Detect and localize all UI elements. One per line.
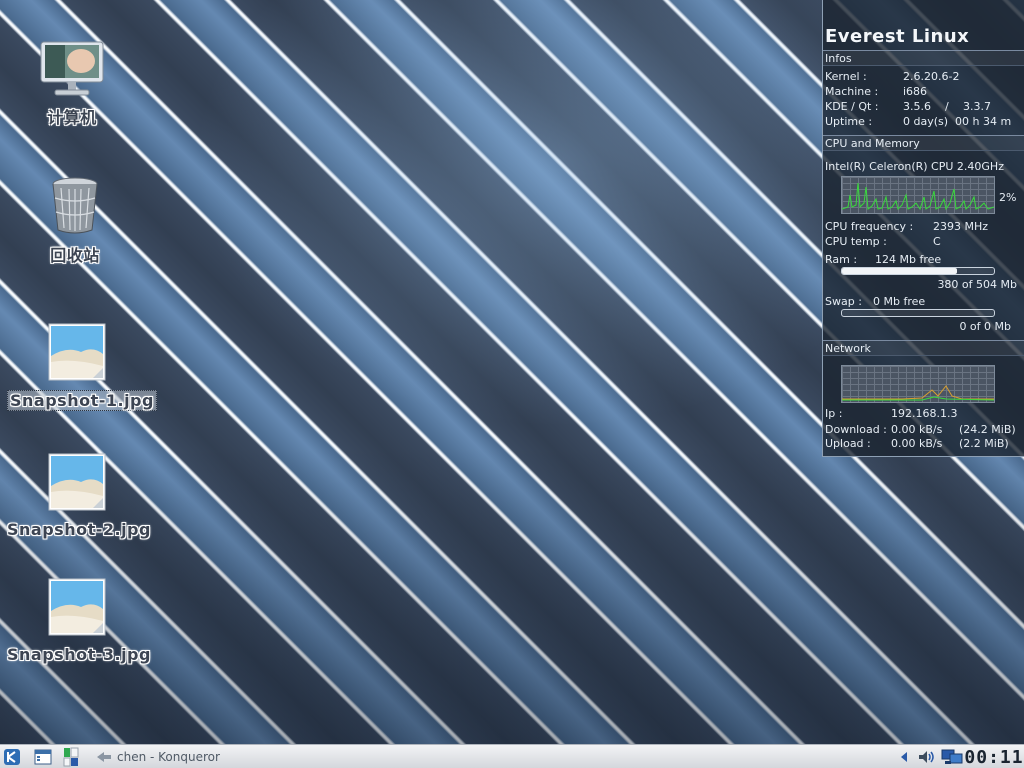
kde-value: 3.5.6 — [903, 100, 931, 113]
cpu-temp-label: CPU temp : — [825, 235, 887, 248]
ram-usage-bar — [841, 267, 995, 275]
download-total: (24.2 MiB) — [959, 423, 1016, 436]
desktop-icon-trash[interactable]: 回收站 — [5, 176, 145, 266]
volume-icon — [919, 751, 934, 763]
upload-rate: 0.00 kB/s — [891, 437, 943, 450]
ip-value: 192.168.1.3 — [891, 407, 958, 420]
qt-value: 3.3.7 — [963, 100, 991, 113]
upload-total: (2.2 MiB) — [959, 437, 1009, 450]
desktop-icon-computer[interactable]: 计算机 — [2, 40, 142, 128]
section-header-network: Network — [823, 340, 1024, 356]
uptime-label: Uptime : — [825, 115, 873, 128]
cpu-model: Intel(R) Celeron(R) CPU 2.40GHz — [825, 160, 1004, 173]
network-icon — [941, 749, 963, 764]
swap-summary: 0 of 0 Mb — [959, 320, 1011, 333]
system-monitor-widget[interactable]: Everest Linux Infos Kernel : 2.6.20.6-2 … — [822, 0, 1024, 457]
cpu-temp-value: C — [933, 235, 941, 248]
desktop-icon-snapshot-2[interactable]: Snapshot-2.jpg — [7, 452, 151, 539]
tray-arrow-icon — [901, 752, 907, 762]
cpu-usage-graph — [841, 176, 995, 214]
kde-menu-button[interactable] — [2, 747, 22, 767]
kde-label: KDE / Qt : — [825, 100, 879, 113]
network-download-line — [842, 385, 994, 400]
desktop-pager-icon — [63, 747, 79, 767]
kde-qt-separator: / — [945, 100, 949, 113]
trash-bin-icon — [52, 177, 98, 234]
taskbar-task-konqueror[interactable]: chen - Konqueror — [96, 747, 236, 767]
computer-monitor-icon — [40, 41, 104, 96]
cpu-frequency-value: 2393 MHz — [933, 220, 989, 233]
section-header-cpu: CPU and Memory — [823, 135, 1024, 151]
swap-label: Swap : — [825, 295, 862, 308]
uptime-value: 0 day(s) 00 h 34 m — [903, 115, 1012, 128]
cpu-frequency-label: CPU frequency : — [825, 220, 914, 233]
ram-usage-fill — [842, 268, 957, 274]
kernel-label: Kernel : — [825, 70, 867, 83]
ram-label: Ram : — [825, 253, 858, 266]
cpu-usage-percent: 2% — [999, 191, 1017, 204]
kernel-value: 2.6.20.6-2 — [903, 70, 960, 83]
network-tray-button[interactable] — [940, 747, 964, 767]
desktop-icon-snapshot-3[interactable]: Snapshot-3.jpg — [7, 577, 151, 664]
konqueror-icon — [97, 752, 111, 762]
taskbar: chen - Konqueror 00:11 — [0, 744, 1024, 768]
clock[interactable]: 00:11 — [964, 746, 1024, 768]
volume-tray-button[interactable] — [916, 747, 938, 767]
ip-label: Ip : — [825, 407, 843, 420]
desktop-icon-label: Snapshot-2.jpg — [7, 520, 151, 539]
download-label: Download : — [825, 423, 887, 436]
monitor-title: Everest Linux — [825, 26, 970, 47]
image-file-icon — [48, 323, 106, 381]
ram-summary: 380 of 504 Mb — [937, 278, 1017, 291]
section-header-infos: Infos — [823, 50, 1024, 66]
desktop-pager[interactable] — [62, 747, 80, 767]
download-rate: 0.00 kB/s — [891, 423, 943, 436]
show-desktop-button[interactable] — [32, 747, 54, 767]
image-file-icon — [48, 578, 106, 636]
clock-time: 00:11 — [964, 746, 1024, 768]
cpu-usage-line — [842, 182, 994, 211]
upload-label: Upload : — [825, 437, 871, 450]
network-traffic-graph — [841, 365, 995, 403]
tray-expand-button[interactable] — [898, 747, 910, 767]
show-desktop-icon — [34, 749, 52, 765]
swap-free: 0 Mb free — [873, 295, 926, 308]
desktop-icon-label: Snapshot-3.jpg — [7, 645, 151, 664]
machine-label: Machine : — [825, 85, 879, 98]
swap-usage-bar — [841, 309, 995, 317]
kde-menu-icon — [4, 749, 20, 765]
desktop-icon-label: Snapshot-1.jpg — [7, 390, 157, 411]
image-file-icon — [48, 453, 106, 511]
machine-value: i686 — [903, 85, 928, 98]
desktop-icon-snapshot-1[interactable]: Snapshot-1.jpg — [7, 322, 157, 411]
desktop-icon-label: 回收站 — [50, 246, 100, 265]
ram-free: 124 Mb free — [875, 253, 942, 266]
task-label: chen - Konqueror — [117, 750, 220, 764]
desktop-background[interactable]: 计算机 回收站 Snapshot-1.jpg Snapshot-2.jpg Sn… — [0, 0, 1024, 744]
desktop-icon-label: 计算机 — [47, 108, 97, 127]
